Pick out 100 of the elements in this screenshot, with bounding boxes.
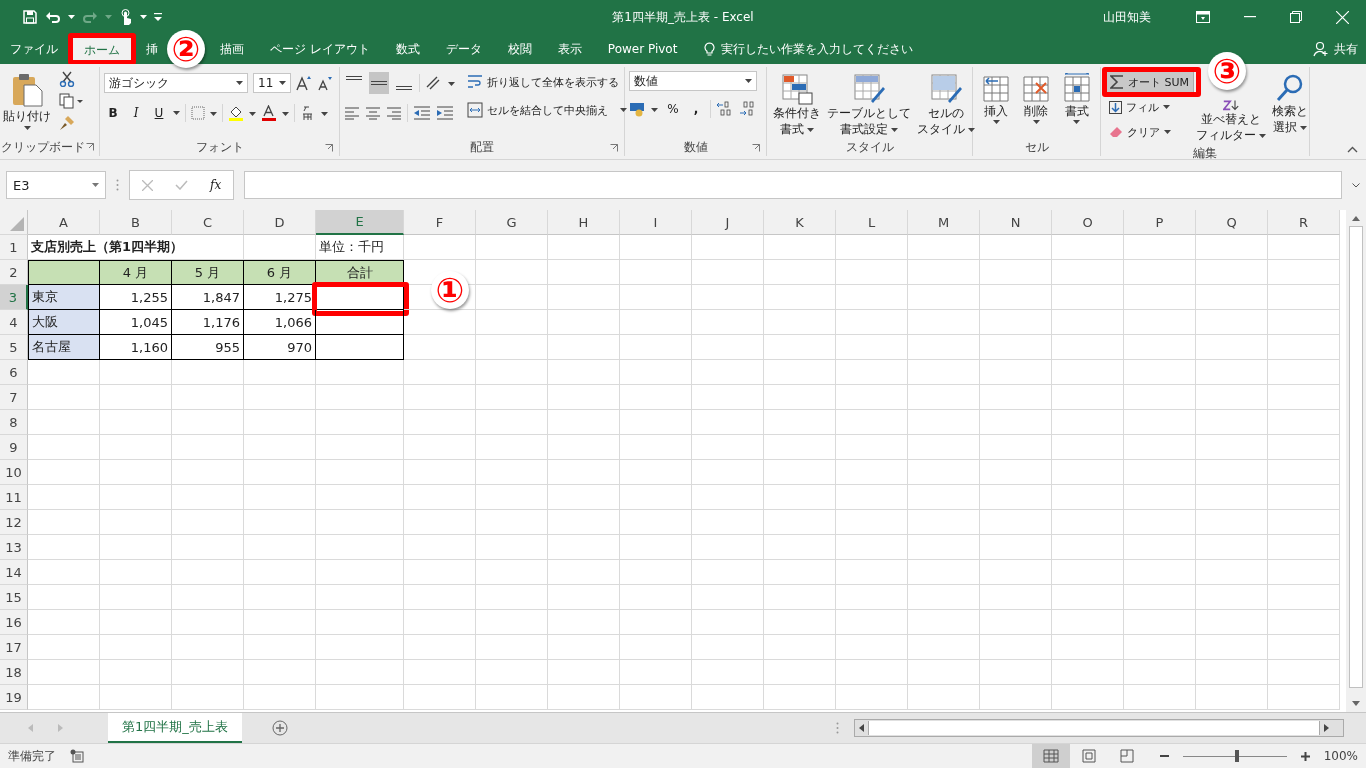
column-header[interactable]: E: [316, 210, 404, 235]
ribbon-tab[interactable]: Power Pivot: [594, 34, 691, 64]
drag-handle-icon[interactable]: [116, 179, 119, 191]
column-header[interactable]: A: [28, 210, 100, 235]
row-header[interactable]: 17: [0, 635, 28, 660]
horizontal-scrollbar[interactable]: [854, 719, 1344, 737]
scroll-right-icon[interactable]: [1324, 724, 1329, 732]
ribbon-options-icon[interactable]: [1196, 11, 1210, 23]
row-header[interactable]: 6: [0, 360, 28, 385]
font-size-field[interactable]: 11: [253, 73, 291, 93]
row-header[interactable]: 3: [0, 285, 28, 310]
save-icon[interactable]: [22, 9, 38, 25]
ribbon-tab[interactable]: 数式: [382, 34, 433, 64]
cells-button[interactable]: 挿入: [977, 71, 1016, 126]
add-sheet-icon[interactable]: [271, 720, 288, 736]
number-format-field[interactable]: 数値: [629, 71, 757, 91]
macro-record-icon[interactable]: [70, 749, 84, 763]
bold-button[interactable]: B: [104, 106, 122, 120]
comma-button[interactable]: ,: [687, 102, 705, 116]
scroll-up-icon[interactable]: [1352, 216, 1360, 221]
column-header[interactable]: L: [836, 210, 908, 235]
column-header[interactable]: I: [620, 210, 692, 235]
customize-icon[interactable]: [154, 13, 162, 21]
font-name-field[interactable]: 游ゴシック: [104, 73, 248, 93]
checkmark-icon[interactable]: [175, 180, 188, 190]
row-header[interactable]: 8: [0, 410, 28, 435]
ribbon-tab[interactable]: 表示: [544, 34, 595, 64]
column-header[interactable]: Q: [1196, 210, 1268, 235]
ribbon-tab[interactable]: 描画: [207, 34, 257, 64]
align-button[interactable]: [369, 72, 389, 94]
splitter-handle-icon[interactable]: [836, 722, 839, 734]
row-header[interactable]: 9: [0, 435, 28, 460]
column-header[interactable]: B: [100, 210, 172, 235]
scroll-left-icon[interactable]: [859, 724, 864, 732]
zoom-level[interactable]: 100%: [1323, 749, 1358, 763]
column-header[interactable]: O: [1052, 210, 1124, 235]
orientation-icon[interactable]: [425, 75, 455, 91]
row-header[interactable]: 7: [0, 385, 28, 410]
style-button[interactable]: セルの スタイル: [915, 71, 977, 139]
style-button[interactable]: 条件付き 書式: [771, 71, 823, 139]
row-header[interactable]: 5: [0, 335, 28, 360]
row-header[interactable]: 4: [0, 310, 28, 335]
row-header[interactable]: 10: [0, 460, 28, 485]
ribbon-tab[interactable]: 校閲: [494, 34, 545, 64]
scissors-icon[interactable]: [59, 71, 75, 87]
underline-button[interactable]: U: [150, 106, 168, 120]
row-header[interactable]: 13: [0, 535, 28, 560]
column-header[interactable]: M: [908, 210, 980, 235]
column-header[interactable]: K: [764, 210, 836, 235]
column-header[interactable]: F: [404, 210, 476, 235]
ribbon-tab[interactable]: データ: [432, 34, 495, 64]
collapse-ribbon-icon[interactable]: [1347, 146, 1358, 153]
ribbon-tab[interactable]: ページ レイアウト: [257, 34, 383, 64]
dialog-launcher-icon[interactable]: [325, 144, 333, 152]
dialog-launcher-icon[interactable]: [86, 143, 94, 151]
merge-center-button[interactable]: セルを結合して中央揃え: [463, 99, 631, 121]
scroll-down-icon[interactable]: [1352, 701, 1360, 706]
normal-view-icon[interactable]: [1031, 744, 1070, 768]
decrease-decimal-icon[interactable]: [739, 101, 757, 117]
expand-icon[interactable]: [1352, 182, 1360, 188]
row-header[interactable]: 18: [0, 660, 28, 685]
phonetic-icon[interactable]: [300, 105, 328, 121]
tell-me-search[interactable]: 実行したい作業を入力してください: [704, 34, 914, 64]
ribbon-tab[interactable]: ファイル: [0, 34, 71, 64]
caret-icon[interactable]: [68, 15, 75, 19]
column-header[interactable]: D: [244, 210, 316, 235]
cells-button[interactable]: 書式: [1057, 71, 1096, 126]
wrap-text-button[interactable]: 折り返して全体を表示する: [463, 71, 631, 93]
row-header[interactable]: 12: [0, 510, 28, 535]
column-header[interactable]: H: [548, 210, 620, 235]
decrease-indent-icon[interactable]: [413, 106, 431, 120]
row-header[interactable]: 14: [0, 560, 28, 585]
cells-button[interactable]: 削除: [1017, 71, 1056, 126]
formula-field[interactable]: [244, 171, 1342, 199]
clear-button[interactable]: クリア: [1105, 121, 1195, 143]
copy-icon[interactable]: [59, 93, 83, 109]
caret-icon[interactable]: [173, 111, 180, 115]
style-button[interactable]: テーブルとして 書式設定: [825, 71, 913, 139]
share-button[interactable]: 共有: [1313, 34, 1366, 64]
zoom-in-icon[interactable]: [1300, 751, 1310, 761]
row-header[interactable]: 15: [0, 585, 28, 610]
sheet-tab[interactable]: 第1四半期_売上表: [108, 713, 242, 743]
increase-decimal-icon[interactable]: [716, 101, 734, 117]
close-icon[interactable]: [1336, 10, 1349, 24]
increase-indent-icon[interactable]: [436, 106, 454, 120]
paste-button[interactable]: 貼り付け: [1, 71, 53, 132]
column-header[interactable]: R: [1268, 210, 1340, 235]
restore-icon[interactable]: [1290, 11, 1302, 23]
font-color-icon[interactable]: [261, 105, 289, 121]
fill-color-icon[interactable]: [228, 105, 256, 121]
minimize-icon[interactable]: [1244, 16, 1256, 18]
insert-function-button[interactable]: fx: [210, 178, 222, 192]
percent-button[interactable]: %: [664, 102, 682, 116]
touch-mode-icon[interactable]: [119, 8, 133, 26]
column-header[interactable]: G: [476, 210, 548, 235]
caret-icon[interactable]: [140, 15, 147, 19]
row-header[interactable]: 16: [0, 610, 28, 635]
sort-filter-button[interactable]: 並べ替えと フィルター: [1194, 97, 1269, 145]
vertical-scrollbar[interactable]: [1346, 210, 1366, 712]
name-box[interactable]: E3: [6, 171, 106, 199]
